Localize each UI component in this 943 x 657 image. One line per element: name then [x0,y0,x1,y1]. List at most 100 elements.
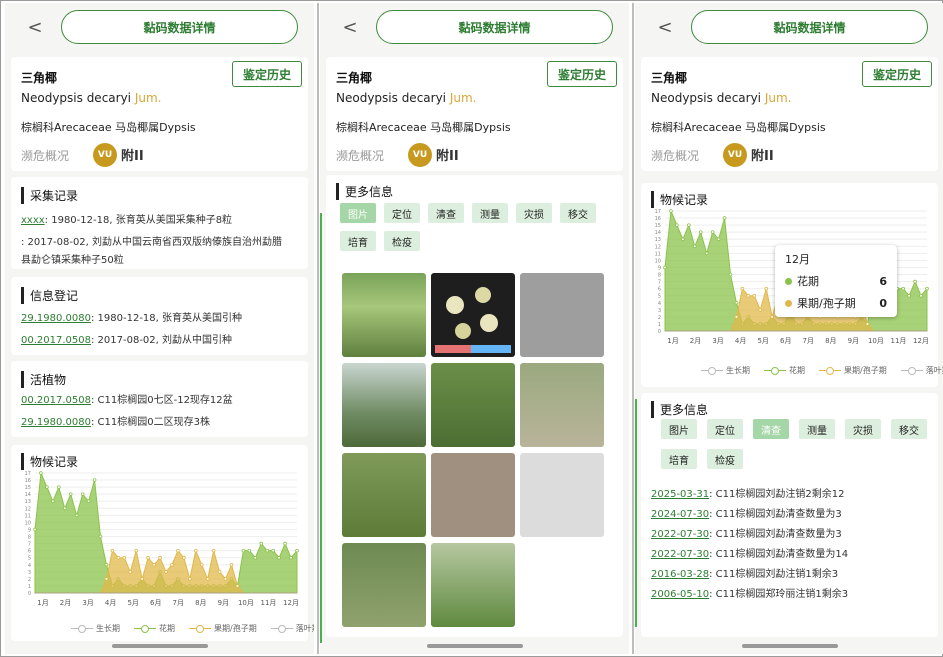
legend-item[interactable]: 果期/孢子期 [189,623,257,634]
y-tick-label: 3 [28,570,31,576]
x-tick-label: 1月 [37,599,48,607]
date-link[interactable]: 2006-05-10 [651,589,709,600]
y-tick-label: 4 [658,301,661,307]
data-point [104,577,109,581]
y-tick-label: 7 [658,280,661,286]
home-indicator[interactable] [111,644,208,648]
data-point [704,251,709,256]
data-point [134,548,139,553]
plant-photo[interactable] [342,363,426,447]
data-point [734,300,739,305]
data-point [259,541,264,546]
top-bar: < 黏码数据详情 [5,3,314,51]
plant-photo[interactable] [520,363,604,447]
tab-measure[interactable]: 测量 [799,419,835,439]
chart-legend: 生长期 花期 果期/孢子期 落叶期 [701,365,943,376]
accession-link[interactable]: 29.1980.0080 [21,313,91,324]
data-point [110,548,115,553]
divider [632,3,634,654]
collection-code-link[interactable]: xxxx [21,215,45,226]
data-point [211,548,216,553]
legend-item[interactable]: 生长期 [71,623,120,634]
accession-link[interactable]: 29.1980.0080 [21,417,91,428]
back-arrow-icon[interactable]: < [330,12,370,42]
plant-photo[interactable] [342,453,426,537]
data-point [289,555,293,560]
tab-cultivation[interactable]: 培育 [661,449,697,469]
data-point [710,230,715,234]
status-label: 濒危概况 [651,149,700,163]
top-bar: < 黏码数据详情 [635,3,943,51]
registration-item: 00.2017.0508: 2017-08-02, 刘勐从中国引种 [21,335,233,346]
more-info-title: 更多信息 [651,401,708,418]
date-link[interactable]: 2022-07-30 [651,529,709,540]
legend-item[interactable]: 花期 [764,365,805,376]
y-tick-label: 5 [658,294,661,300]
tab-damage[interactable]: 灾损 [845,419,881,439]
date-link[interactable]: 2024-07-30 [651,509,709,520]
history-button[interactable]: 鉴定历史 [547,61,617,87]
label-photo[interactable] [520,273,604,357]
y-tick-label: 15 [655,223,661,229]
y-tick-label: 17 [25,471,31,477]
tab-location[interactable]: 定位 [707,419,743,439]
seed-image [435,287,511,353]
seed-photo[interactable] [431,273,515,357]
tab-inventory[interactable]: 清查 [428,203,464,223]
data-point [217,570,222,574]
document-photo[interactable] [520,453,604,537]
date-link[interactable]: 2016-03-28 [651,569,709,580]
label-photo[interactable] [431,453,515,537]
tooltip-month: 12月 [785,253,810,266]
data-point [92,478,97,482]
panel-detail-records: < 黏码数据详情 三角椰 鉴定历史 Neodypsis decaryi Jum.… [5,3,314,654]
plant-photo[interactable] [342,273,426,357]
collection-item: : 2017-08-02, 刘勐从中国云南省西双版纳傣族自治州勐腊 [21,237,283,248]
panel-more-info-images: < 黏码数据详情 三角椰 鉴定历史 Neodypsis decaryi Jum.… [320,3,629,654]
x-tick-label: 11月 [890,337,906,345]
data-point [247,548,252,553]
tab-location[interactable]: 定位 [384,203,420,223]
date-link[interactable]: 2025-03-31 [651,489,709,500]
plant-photo[interactable] [431,543,515,627]
legend-item[interactable]: 落叶期 [270,623,314,634]
plant-photo[interactable] [431,363,515,447]
legend-item[interactable]: 生长期 [701,365,750,376]
iucn-badge: VU [93,143,117,167]
data-point [746,293,751,298]
history-button[interactable]: 鉴定历史 [232,61,302,87]
tab-quarantine[interactable]: 检疫 [384,231,420,251]
accession-link[interactable]: 00.2017.0508 [21,395,91,406]
collection-item: xxxx: 1980-12-18, 张育英从美国采集种子8粒 [21,215,233,226]
tab-measure[interactable]: 测量 [472,203,508,223]
tab-images[interactable]: 图片 [340,203,376,223]
data-point [271,548,275,553]
tab-images[interactable]: 图片 [661,419,697,439]
home-indicator[interactable] [741,644,838,648]
back-arrow-icon[interactable]: < [645,12,685,42]
history-button[interactable]: 鉴定历史 [862,61,932,87]
plant-photo[interactable] [342,543,426,627]
back-arrow-icon[interactable]: < [15,12,55,42]
home-indicator[interactable] [426,644,523,648]
data-point [193,548,198,553]
date-link[interactable]: 2022-07-30 [651,549,709,560]
tab-inventory[interactable]: 清查 [753,419,789,439]
tab-damage[interactable]: 灾损 [516,203,552,223]
data-point [925,286,929,291]
tab-transfer[interactable]: 移交 [560,203,596,223]
species-card: 三角椰 鉴定历史 Neodypsis decaryi Jum. 棕榈科Areca… [326,57,623,171]
collection-title: 采集记录 [21,187,78,204]
legend-item[interactable]: 花期 [134,623,175,634]
tab-transfer[interactable]: 移交 [891,419,927,439]
more-info-title: 更多信息 [336,183,393,200]
data-point [170,562,174,567]
data-point [692,244,697,249]
y-tick-label: 12 [25,506,31,512]
legend-item[interactable]: 果期/孢子期 [819,365,887,376]
tab-quarantine[interactable]: 检疫 [707,449,743,469]
tab-cultivation[interactable]: 培育 [340,231,376,251]
accession-link[interactable]: 00.2017.0508 [21,335,91,346]
data-point [146,555,150,560]
legend-item[interactable]: 落叶期 [900,365,943,376]
